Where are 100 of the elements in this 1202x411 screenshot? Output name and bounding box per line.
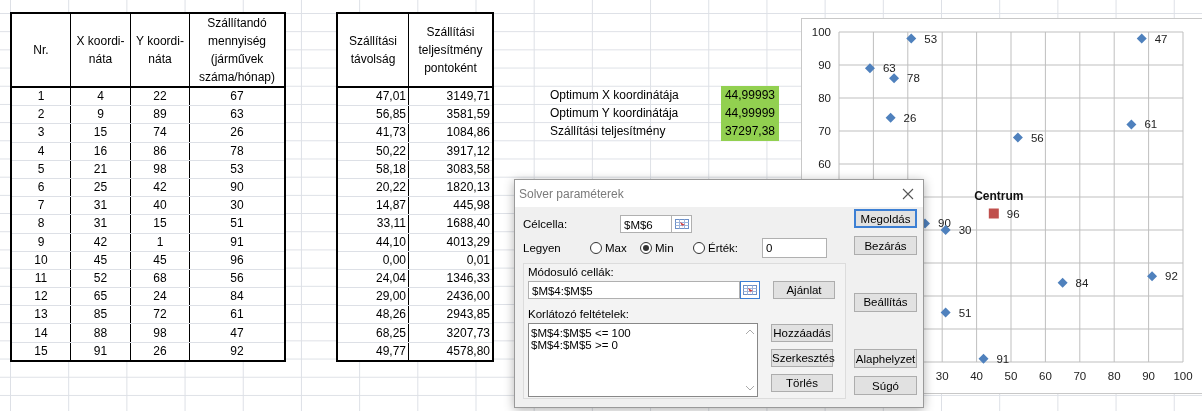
range-select-button[interactable] [740,281,760,299]
table-cell: 1 [11,87,71,106]
y-tick-label: 100 [811,26,831,38]
data-label: 96 [1006,207,1020,220]
constraint-button[interactable]: Hozzáadás [771,324,833,342]
table-cell: 15 [130,214,190,233]
data-label: 78 [907,72,920,85]
table-cell: 21 [70,160,131,179]
table-cell: 4 [70,87,131,106]
constraint-item[interactable]: $M$4:$M$5 >= 0 [531,339,741,351]
series-label: Centrum [974,188,1024,203]
grid-icon [743,285,757,295]
table-cell: 10 [11,251,71,270]
table-cell: 31 [70,196,131,215]
table-cell: 72 [130,305,190,324]
table-cell: 45 [130,251,190,270]
cell-label: Optimum Y koordinátája [549,106,680,121]
result-cell: 44,99999 [721,104,779,123]
table-cell: 89 [130,105,190,124]
table-cell: 86 [130,142,190,161]
table-cell: 2 [11,105,71,124]
constraint-list[interactable]: $M$4:$M$5 <= 100 $M$4:$M$5 >= 0 [528,323,758,397]
table-cell: 98 [130,160,190,179]
result-cell: 37297,38 [721,122,779,141]
table-cell: 31 [70,214,131,233]
table-cell: 14,87 [337,196,409,215]
table-cell: 22 [130,87,190,106]
column-header: Y koordi-náta [130,13,190,87]
table-cell: 9 [11,233,71,252]
dialog-button[interactable]: Súgó [854,376,917,395]
table-cell: 8 [11,214,71,233]
table-cell: 14 [11,323,71,343]
cell-label: Optimum X koordinátája [549,88,680,103]
table-cell: 24 [130,287,190,306]
x-tick-label: 30 [935,370,949,382]
column-header: X koordi-náta [70,13,131,87]
table-cell: 9 [70,105,131,124]
table-cell: 29,00 [337,287,409,306]
table-cell: 16 [70,142,131,161]
table-cell: 48,26 [337,305,409,324]
data-label: 51 [958,306,972,319]
data-label: 53 [924,32,938,45]
group-label: Korlátozó feltételek: [528,308,630,320]
chevron-down-icon[interactable] [745,385,755,391]
guess-button[interactable]: Ajánlat [773,281,835,299]
x-tick-label: 50 [1004,370,1018,382]
table-cell: 68,25 [337,323,409,343]
changing-cells-field[interactable]: $M$4:$M$5 [528,281,740,299]
table-cell: 74 [130,123,190,143]
constraint-button[interactable]: Szerkesztés [771,349,833,367]
close-icon[interactable] [902,187,914,200]
table-cell: 13 [11,305,71,324]
data-label: 26 [903,111,917,124]
table-cell: 52 [70,269,131,288]
table-cell: 3 [11,123,71,143]
value-field[interactable]: 0 [762,238,827,258]
dialog-button[interactable]: Bezárás [854,236,917,255]
table-cell: 40 [130,196,190,215]
goal-radio[interactable]: Érték: [693,242,762,254]
target-cell-field[interactable]: $M$6 [620,215,672,233]
table-cell: 5 [11,160,71,179]
field-label: Legyen [523,242,562,254]
goal-radio[interactable]: Min [640,242,693,254]
data-label: 63 [882,62,896,75]
x-tick-label: 90 [1142,370,1155,382]
data-label: 30 [958,224,972,236]
table-cell: 7 [11,196,71,215]
table-cell: 15 [70,123,131,143]
data-label: 61 [1144,118,1158,131]
data-label: 90 [938,217,951,230]
data-label: 84 [1075,276,1089,289]
result-cell: 44,99993 [721,86,779,105]
table-cell: 58,18 [337,160,409,179]
table-cell: 98 [130,323,190,343]
y-tick-label: 80 [818,92,831,104]
group-label: Módosuló cellák: [528,266,615,278]
data-label: 47 [1154,32,1168,45]
table-cell: 88 [70,323,131,343]
x-tick-label: 70 [1073,370,1087,382]
range-select-button[interactable] [672,215,692,233]
constraint-item[interactable]: $M$4:$M$5 <= 100 [531,327,741,339]
grid-icon [674,219,689,229]
y-tick-label: 60 [818,158,831,170]
y-tick-label: 70 [818,125,831,137]
column-header: Szállítási távolság [337,13,409,87]
table-cell: 85 [70,305,131,324]
data-label: 91 [996,352,1010,365]
dialog-button[interactable]: Megoldás [854,209,917,228]
dialog-button[interactable]: Beállítás [854,292,917,312]
goal-radio[interactable]: Max [590,242,640,254]
table-cell: 24,04 [337,269,409,288]
constraint-button[interactable]: Törlés [771,374,833,392]
dialog-title: Solver paraméterek [519,186,624,201]
table-cell: 68 [130,269,190,288]
table-cell: 11 [11,269,71,288]
table-cell: 56,85 [337,105,409,124]
dialog-button[interactable]: Alaphelyzet [854,349,917,368]
table-cell: 0,00 [337,251,409,270]
chevron-up-icon[interactable] [745,329,755,335]
table-cell: 6 [11,178,71,197]
